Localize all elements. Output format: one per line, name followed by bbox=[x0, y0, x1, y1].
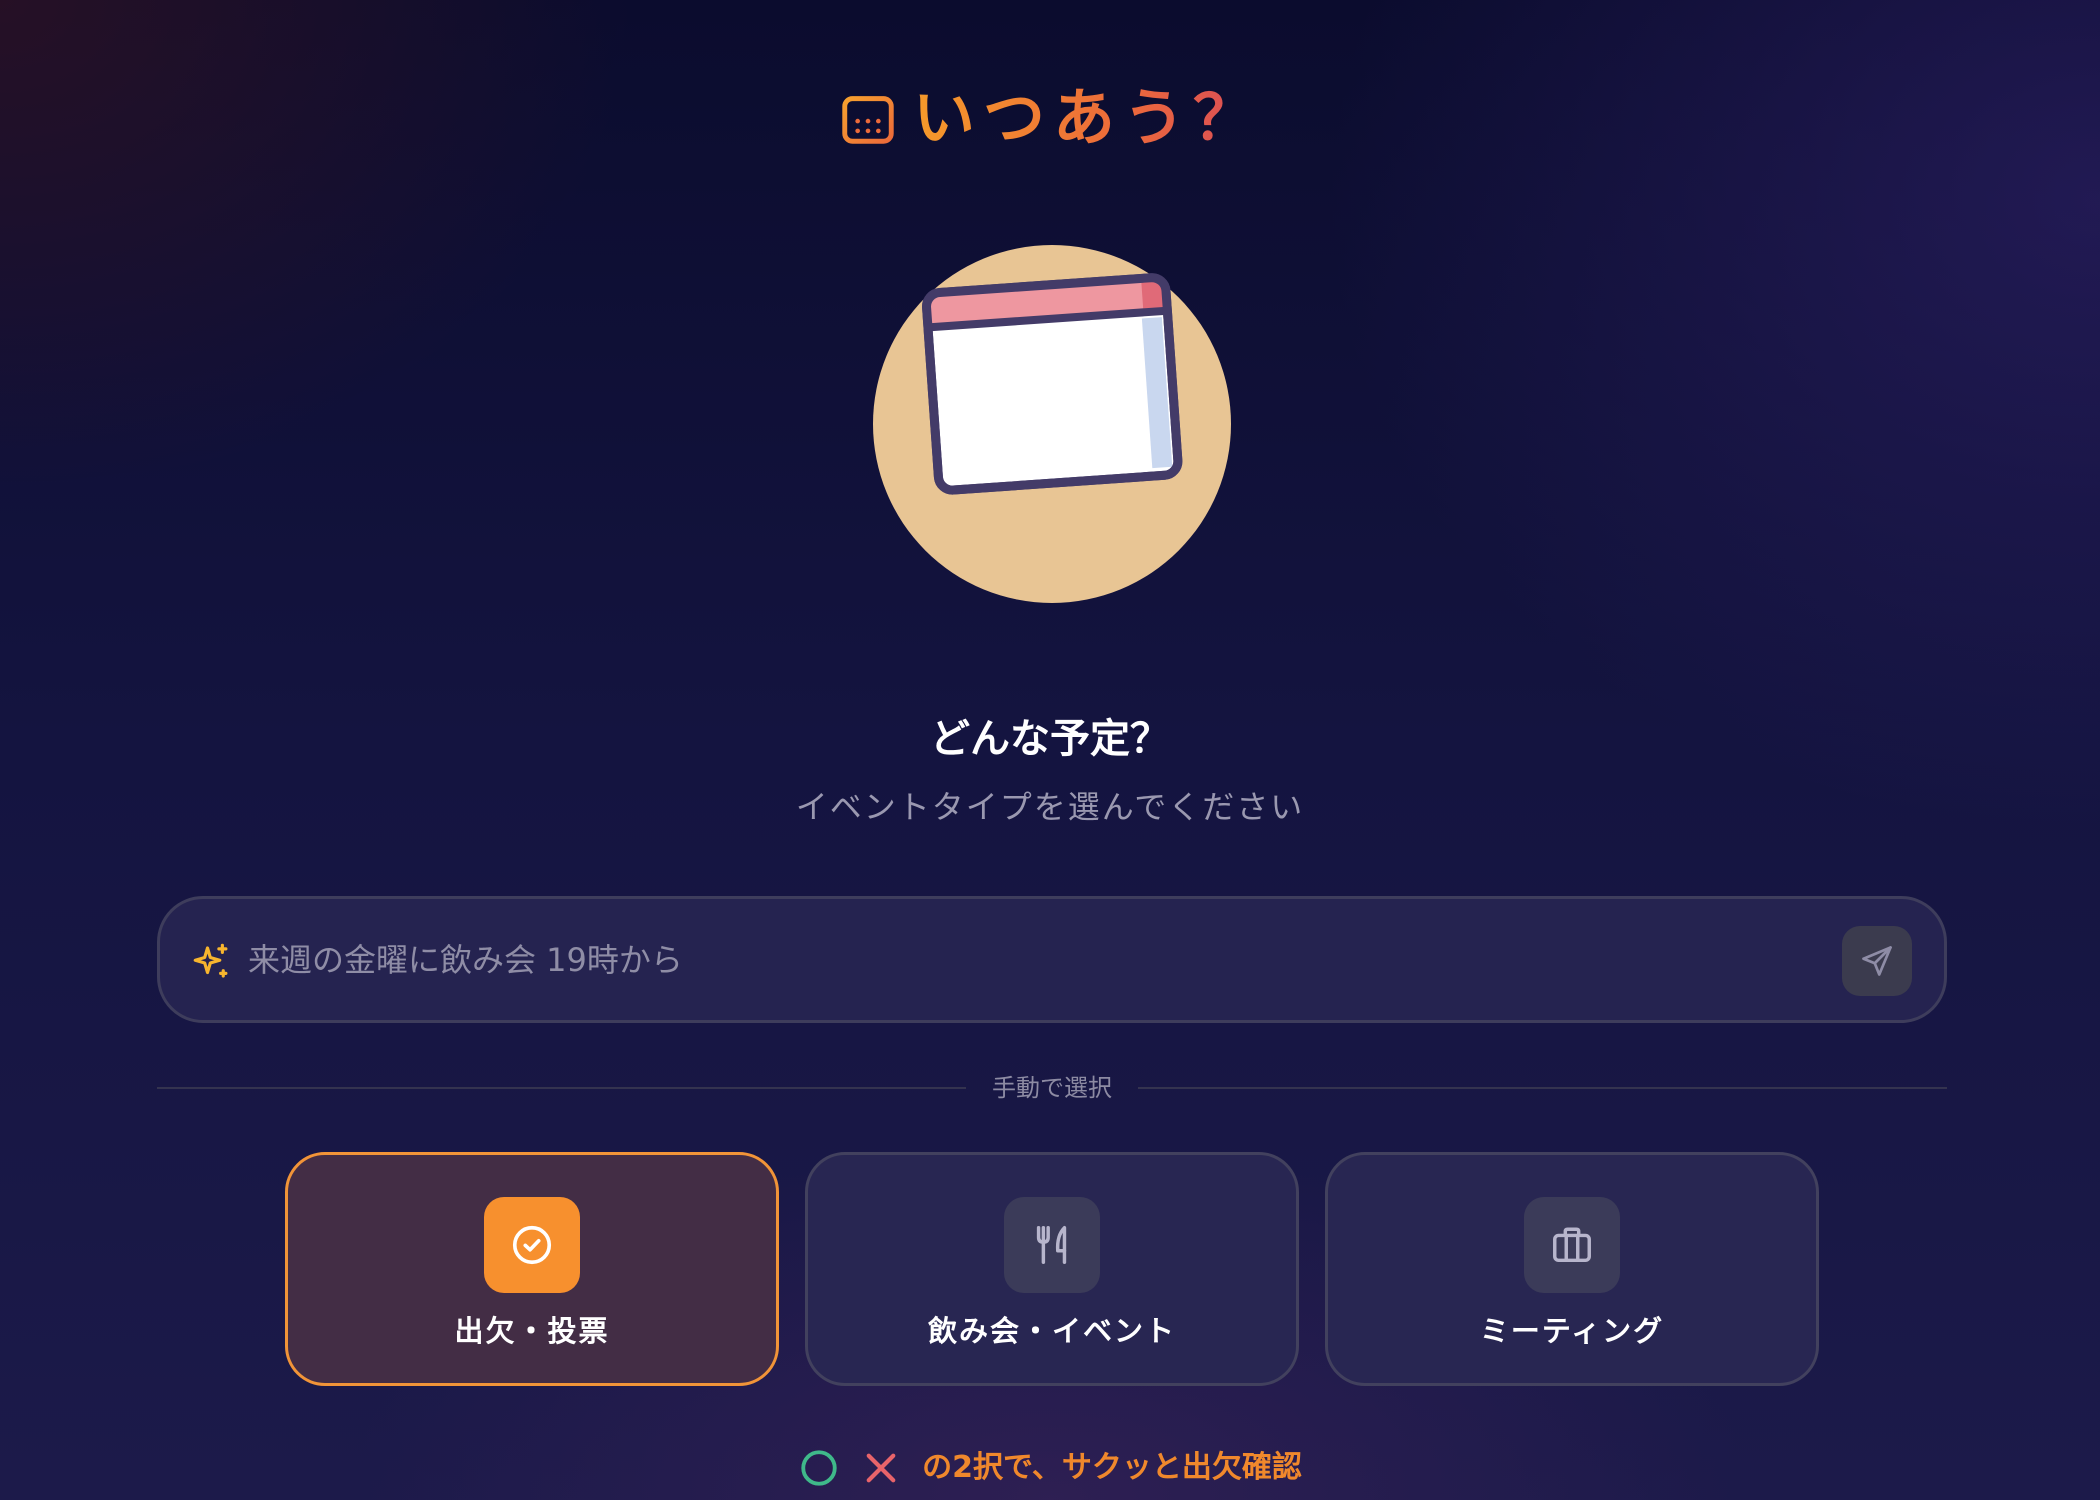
event-type-party-card[interactable]: 飲み会・イベント bbox=[805, 1152, 1299, 1386]
footer-hint: の2択で、サクッと出欠確認 bbox=[0, 1444, 2100, 1492]
check-circle-icon bbox=[512, 1225, 552, 1265]
card-icon-container bbox=[484, 1197, 580, 1293]
event-type-meeting-card[interactable]: ミーティング bbox=[1325, 1152, 1819, 1386]
event-type-options: 出欠・投票 飲み会・イベント ミーティング bbox=[285, 1152, 1819, 1386]
send-button[interactable] bbox=[1842, 926, 1912, 996]
footer-text: の2択で、サクッと出欠確認 bbox=[922, 1450, 1302, 1485]
cross-icon bbox=[866, 1453, 896, 1483]
calendar-icon bbox=[842, 91, 894, 144]
send-icon bbox=[1862, 946, 1892, 976]
page-subtitle: イベントタイプを選んでください bbox=[795, 788, 1305, 826]
card-label: 飲み会・イベント bbox=[927, 1314, 1176, 1348]
circle-icon bbox=[801, 1450, 837, 1486]
event-type-attendance-card[interactable]: 出欠・投票 bbox=[285, 1152, 779, 1386]
app-logo: いつあう？ bbox=[0, 82, 2100, 154]
divider-line bbox=[1138, 1087, 1947, 1089]
event-input-bar bbox=[157, 896, 1947, 1023]
sparkles-icon bbox=[193, 943, 228, 978]
event-description-input[interactable] bbox=[248, 929, 1728, 991]
hero-calendar-illustration bbox=[873, 245, 1231, 603]
manual-select-divider: 手動で選択 bbox=[157, 1069, 1947, 1107]
divider-line bbox=[157, 1087, 966, 1089]
card-label: 出欠・投票 bbox=[454, 1314, 610, 1348]
briefcase-icon bbox=[1553, 1227, 1591, 1263]
app-title: いつあう？ bbox=[912, 81, 1263, 154]
card-label: ミーティング bbox=[1479, 1314, 1665, 1348]
card-icon-container bbox=[1004, 1197, 1100, 1293]
card-icon-container bbox=[1524, 1197, 1620, 1293]
page-title: どんな予定？ bbox=[930, 716, 1170, 762]
calendar-illustration-icon bbox=[922, 273, 1183, 495]
divider-label: 手動で選択 bbox=[992, 1074, 1112, 1102]
fork-knife-icon bbox=[1036, 1226, 1067, 1264]
